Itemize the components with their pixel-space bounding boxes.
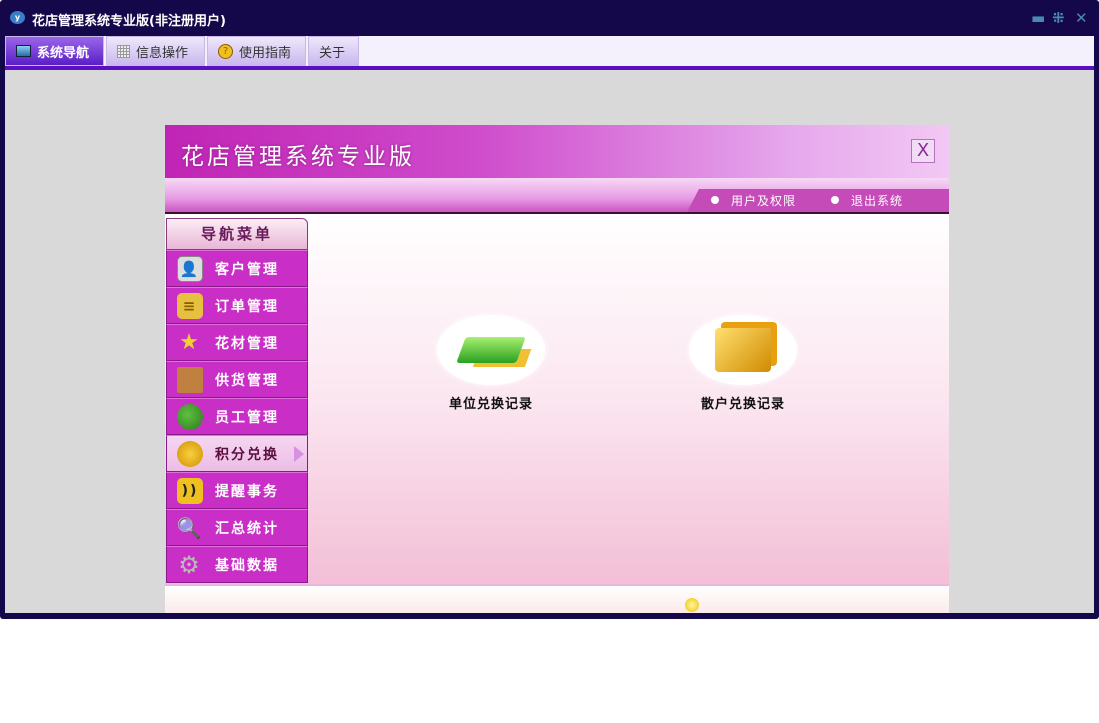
- nav-label: 提醒事务: [215, 483, 279, 500]
- nav-item-base-data[interactable]: ⚙ 基础数据: [166, 546, 308, 583]
- crate-icon: [177, 366, 203, 393]
- action-label: 单位兑换记录: [448, 397, 533, 412]
- nav-item-orders[interactable]: ≡ 订单管理: [166, 287, 308, 324]
- nav-label: 订单管理: [215, 298, 279, 315]
- nav-label: 供货管理: [215, 372, 279, 389]
- money-stack-icon: [437, 315, 545, 385]
- gear-icon: ⚙: [178, 550, 202, 579]
- nav-item-flowers[interactable]: ★ 花材管理: [166, 324, 308, 361]
- panel-header: 花店管理系统专业版 X: [165, 125, 949, 178]
- exit-system-link[interactable]: 退出系统: [831, 192, 903, 209]
- nav-item-reminders[interactable]: )) 提醒事务: [166, 472, 308, 509]
- contact-card-icon: 👤: [177, 255, 203, 282]
- title-bar[interactable]: y 花店管理系统专业版(非注册用户) ▬ ⁜ ✕: [0, 0, 1099, 36]
- nav-item-statistics[interactable]: 🔍 汇总统计: [166, 509, 308, 546]
- tab-info-ops[interactable]: 信息操作: [106, 36, 205, 66]
- retail-exchange-records-button[interactable]: 散户兑换记录: [673, 315, 813, 412]
- nav-label: 客户管理: [215, 261, 279, 278]
- nav-item-staff[interactable]: 员工管理: [166, 398, 308, 435]
- app-window: y 花店管理系统专业版(非注册用户) ▬ ⁜ ✕ 系统导航 信息操作 ? 使用指南…: [0, 0, 1099, 619]
- tab-guide[interactable]: ? 使用指南: [207, 36, 306, 66]
- tab-label: 信息操作: [136, 45, 189, 61]
- users-icon: [177, 403, 203, 430]
- tab-label: 关于: [319, 45, 346, 61]
- nav-label: 基础数据: [215, 557, 279, 574]
- unit-exchange-records-button[interactable]: 单位兑换记录: [421, 315, 561, 412]
- nav-label: 员工管理: [215, 409, 279, 426]
- status-footer: [165, 584, 949, 613]
- chevron-right-icon: [294, 446, 304, 462]
- nav-label: 花材管理: [215, 335, 279, 352]
- coins-icon: [177, 440, 203, 467]
- tab-about[interactable]: 关于: [308, 36, 359, 66]
- user-permissions-link[interactable]: 用户及权限: [711, 192, 796, 209]
- scroll-icon: ≡: [177, 292, 203, 319]
- nav-label: 积分兑换: [215, 446, 279, 463]
- nav-item-points-exchange[interactable]: 积分兑换: [166, 435, 308, 472]
- help-icon: ?: [218, 43, 233, 59]
- star-icon: ★: [179, 330, 201, 355]
- magnifier-icon: 🔍: [176, 515, 204, 540]
- content-area: 导航菜单 👤 客户管理 ≡ 订单管理 ★ 花材管理 供货管理 员工管理 积分兑换 ))…: [165, 214, 949, 584]
- link-bar: 用户及权限 退出系统: [687, 189, 949, 212]
- monitor-icon: [16, 45, 31, 57]
- action-label: 散户兑换记录: [700, 397, 785, 412]
- close-icon[interactable]: ✕: [1075, 9, 1088, 27]
- nav-label: 汇总统计: [215, 520, 279, 537]
- coin-cards-icon: [689, 315, 797, 385]
- app-logo-icon: y: [10, 11, 25, 24]
- tab-label: 使用指南: [239, 45, 292, 61]
- panel-title: 花店管理系统专业版: [181, 144, 415, 170]
- window-title: 花店管理系统专业版(非注册用户): [32, 14, 226, 29]
- nav-item-customers[interactable]: 👤 客户管理: [166, 250, 308, 287]
- bulb-icon: [685, 598, 699, 612]
- grid-icon: [117, 44, 130, 58]
- nav-item-supply[interactable]: 供货管理: [166, 361, 308, 398]
- main-panel: 花店管理系统专业版 X 用户及权限 退出系统 导航菜单 👤 客户管理 ≡ 订单管理 …: [165, 125, 949, 613]
- restore-icon[interactable]: ⁜: [1052, 9, 1065, 27]
- nav-menu-header: 导航菜单: [166, 218, 308, 250]
- nav-menu: 导航菜单 👤 客户管理 ≡ 订单管理 ★ 花材管理 供货管理 员工管理 积分兑换 ))…: [166, 218, 308, 584]
- tab-bar: 系统导航 信息操作 ? 使用指南 关于: [5, 36, 1094, 66]
- rss-icon: )): [177, 477, 203, 504]
- minimize-icon[interactable]: ▬: [1031, 9, 1045, 27]
- panel-close-button[interactable]: X: [911, 139, 935, 163]
- tab-label: 系统导航: [37, 45, 90, 61]
- tab-system-nav[interactable]: 系统导航: [5, 36, 104, 66]
